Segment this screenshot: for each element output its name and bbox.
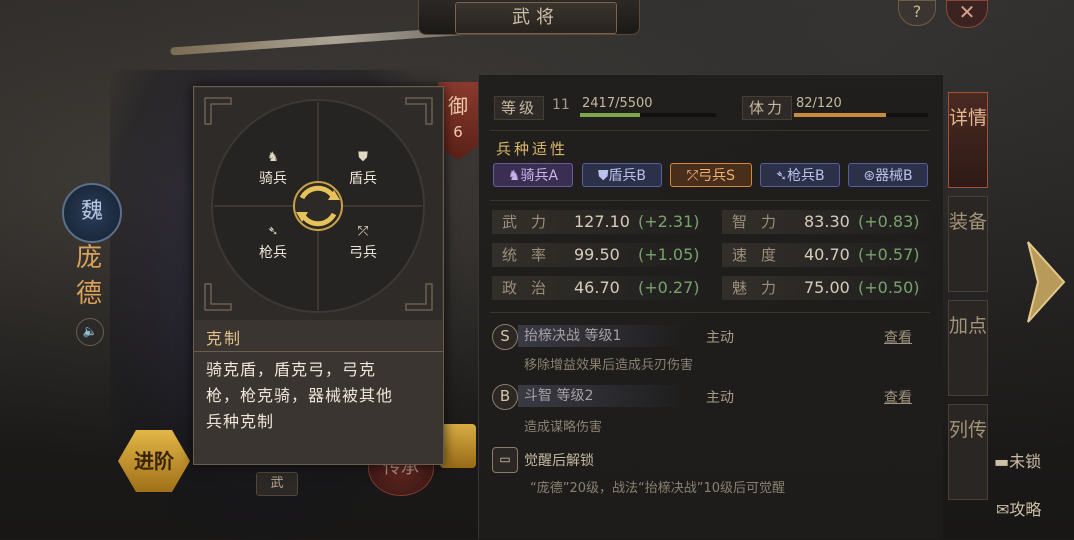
stat-row: 政治 46.70 (+0.27)	[492, 276, 702, 300]
skill-view-link[interactable]: 查看	[884, 387, 912, 407]
stamina-bar	[794, 113, 928, 117]
lock-icon: ▭	[492, 447, 518, 473]
divider	[490, 200, 930, 201]
gold-side-button[interactable]	[440, 424, 476, 468]
stat-row: 武力 127.10 (+2.31)	[492, 210, 702, 234]
tab-details[interactable]: 详情	[948, 92, 988, 188]
tooltip-line: 兵种克制	[206, 412, 275, 431]
skill-name[interactable]: 抬榇决战 等级1	[518, 325, 680, 347]
awaken-desc: “庞德”20级，战法“抬榇决战”10级后可觉醒	[530, 481, 786, 496]
defense-num: 6	[453, 123, 463, 141]
affinity-shield[interactable]: ⛊盾兵B	[582, 163, 662, 187]
bow-icon: ⤱	[357, 224, 369, 239]
stat-row: 速度 40.70 (+0.57)	[722, 243, 930, 267]
spear-icon: ➴	[775, 168, 788, 184]
skill-type: 主动	[706, 330, 734, 346]
shield-icon: ⛊	[597, 168, 609, 184]
affinity-title: 兵种适性	[496, 140, 569, 158]
book-icon: ✉	[996, 500, 1010, 519]
tooltip-title: 克制	[206, 329, 243, 348]
stat-row: 魅力 75.00 (+0.50)	[722, 276, 930, 300]
unit-cavalry: 骑兵	[259, 171, 287, 187]
stamina-bar-fill	[794, 113, 886, 117]
tooltip-line: 骑克盾，盾克弓，弓克	[206, 360, 377, 379]
unit-bow: 弓兵	[349, 245, 377, 261]
skill-desc: 移除增益效果后造成兵刃伤害	[524, 358, 694, 373]
tooltip-line: 枪，枪克骑，器械被其他	[206, 386, 394, 405]
unit-spear: 枪兵	[259, 245, 287, 261]
tab-points[interactable]: 加点	[948, 300, 988, 396]
affinity-siege[interactable]: ⊛器械B	[848, 163, 928, 187]
next-hero-arrow-icon[interactable]	[1024, 238, 1068, 326]
skill-desc: 造成谋略伤害	[524, 420, 603, 435]
horse-icon: ♞	[507, 168, 521, 184]
defense-char: 御	[448, 94, 468, 118]
skill-name[interactable]: 斗智 等级2	[518, 385, 680, 407]
spear-icon: ➴	[267, 224, 279, 239]
skill-grade-badge: S	[492, 324, 518, 350]
shield-icon: ⛊	[358, 150, 368, 165]
wu-tab[interactable]: 武	[256, 472, 298, 496]
level-value: 11	[552, 97, 570, 113]
tab-biography[interactable]: 列传	[948, 404, 988, 500]
hero-name: 庞德	[75, 243, 102, 309]
awaken-title: 觉醒后解锁	[524, 453, 594, 469]
page-title: 武将	[455, 2, 617, 34]
divider	[490, 312, 930, 313]
bow-icon: ⤱	[686, 168, 699, 184]
stamina-label: 体力	[742, 96, 793, 120]
kingdom-badge: 魏	[62, 183, 122, 243]
divider	[490, 130, 930, 131]
voice-button[interactable]: 🔈	[76, 318, 104, 346]
lock-toggle[interactable]: ▬未锁	[994, 448, 1041, 472]
level-label: 等级	[494, 96, 545, 120]
exp-bar-fill	[580, 113, 640, 117]
speaker-icon: 🔈	[82, 324, 98, 338]
horse-icon: ♞	[267, 150, 279, 165]
tooltip-divider	[194, 351, 443, 352]
counter-tooltip: ♞ 骑兵 ⛊ 盾兵 ➴ 枪兵 ⤱ 弓兵 克制 骑克盾，盾克弓，弓克 枪，枪克骑，…	[193, 86, 444, 465]
lock-icon: ▬	[994, 452, 1010, 471]
stat-row: 智力 83.30 (+0.83)	[722, 210, 930, 234]
skill-grade-badge: B	[492, 384, 518, 410]
unit-shield: 盾兵	[349, 171, 377, 187]
siege-icon: ⊛	[863, 168, 876, 184]
stat-row: 统率 99.50 (+1.05)	[492, 243, 702, 267]
counter-wheel	[204, 97, 433, 313]
affinity-cavalry[interactable]: ♞骑兵A	[493, 163, 573, 187]
exp-value: 2417/5500	[582, 96, 653, 111]
exp-bar	[580, 113, 716, 117]
counter-diagram: ♞ 骑兵 ⛊ 盾兵 ➴ 枪兵 ⤱ 弓兵	[195, 88, 442, 320]
guide-link[interactable]: ✉攻略	[996, 496, 1041, 520]
skill-view-link[interactable]: 查看	[884, 327, 912, 347]
stamina-value: 82/120	[796, 96, 842, 111]
affinity-spear[interactable]: ➴枪兵B	[760, 163, 840, 187]
tab-equipment[interactable]: 装备	[948, 196, 988, 292]
affinity-bow[interactable]: ⤱弓兵S	[670, 163, 752, 187]
defense-tag: 御 6	[438, 82, 478, 160]
tooltip-body: 骑克盾，盾克弓，弓克 枪，枪克骑，器械被其他 兵种克制	[206, 357, 434, 435]
skill-type: 主动	[706, 390, 734, 406]
